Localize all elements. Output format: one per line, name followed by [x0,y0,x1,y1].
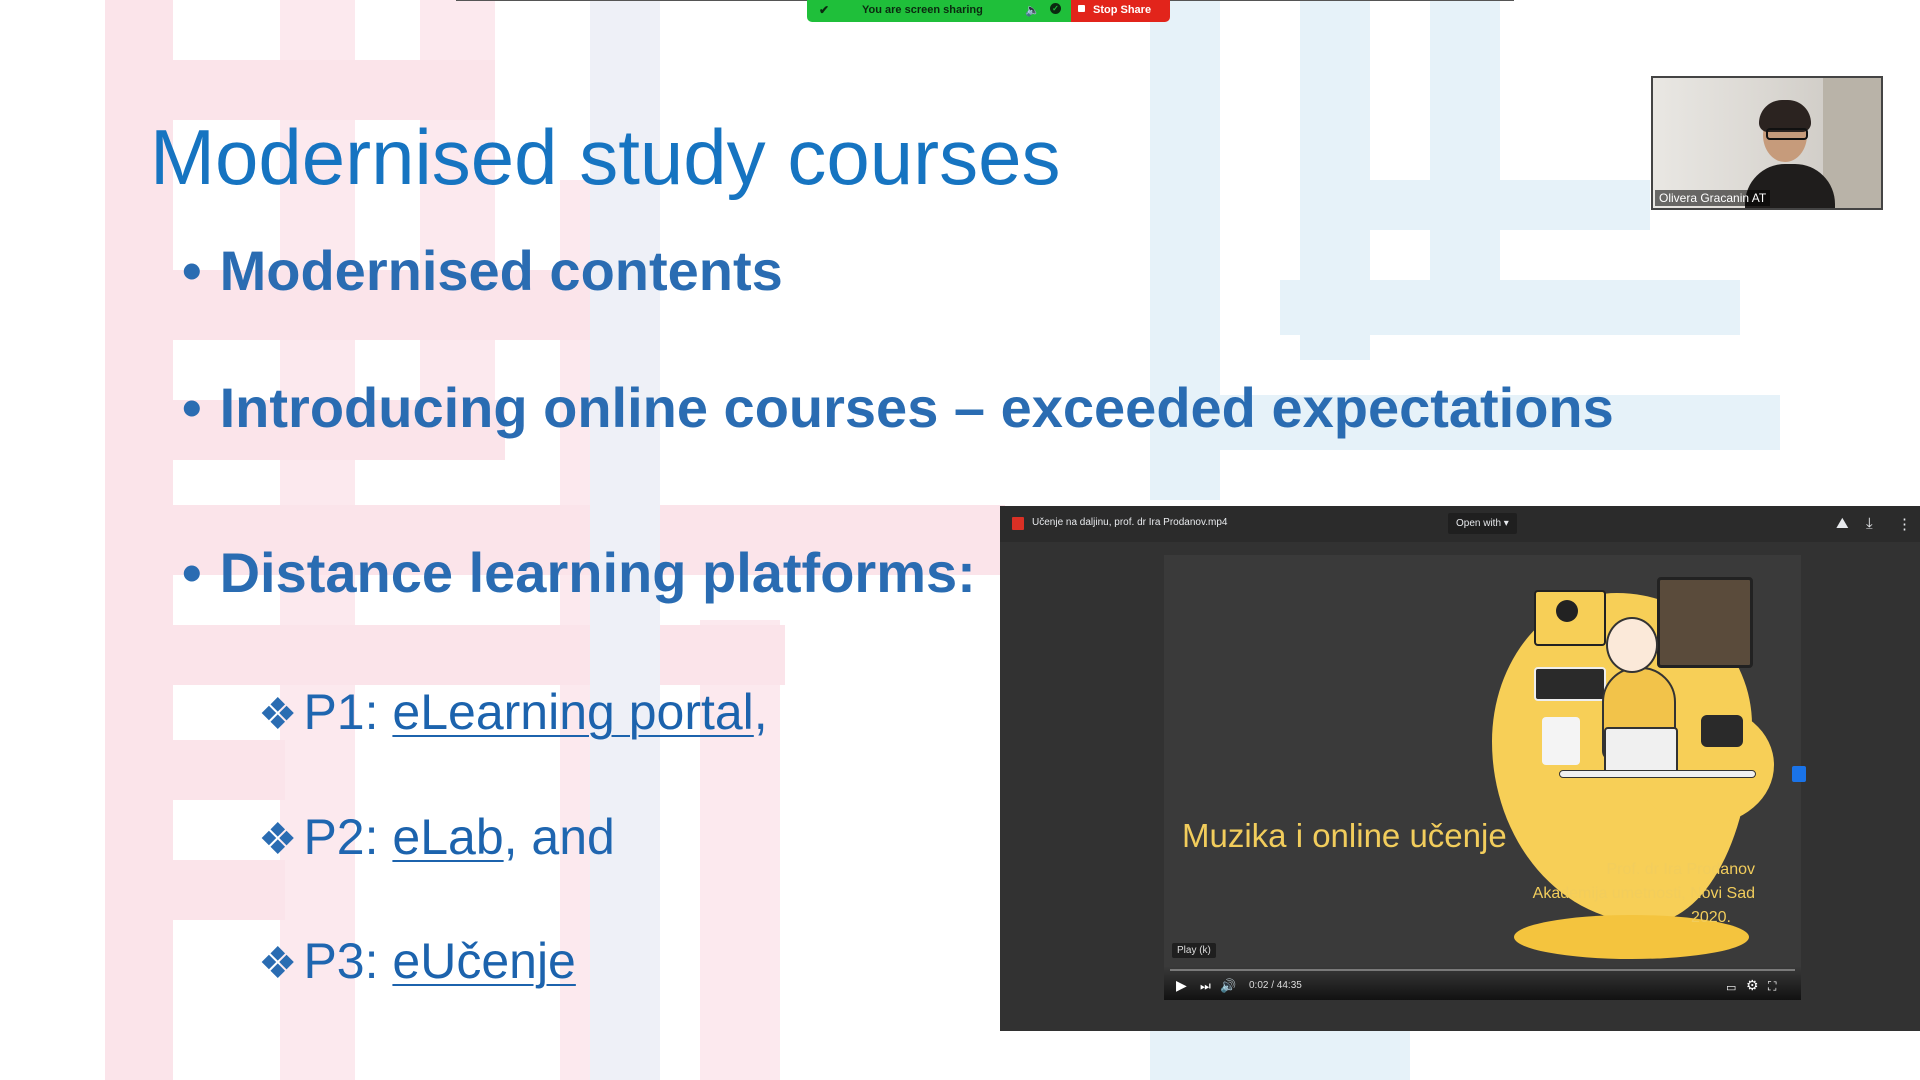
captions-icon[interactable]: ▭ [1726,981,1736,994]
more-options-icon[interactable]: ⋮ [1897,515,1912,533]
open-with-button[interactable]: Open with ▾ [1448,513,1517,534]
video-time: 0:02 / 44:35 [1249,980,1302,991]
platform-prefix: P3: [303,933,393,989]
file-type-icon [1012,517,1024,530]
eucenje-link[interactable]: eUčenje [392,933,575,989]
stop-share-button[interactable]: Stop Share [1071,0,1170,22]
video-progress-bar[interactable] [1170,969,1795,971]
bullet-text: Modernised contents [219,239,783,302]
diamond-bullet-icon: ❖ [258,939,298,988]
settings-gear-icon[interactable]: ⚙ [1746,977,1759,994]
bullet-icon: • [182,376,202,439]
video-call-grid-icon [1657,577,1753,668]
next-icon[interactable]: ⏭ [1200,979,1211,994]
play-circle-icon [1556,600,1578,622]
bullet-icon: • [182,541,202,604]
side-panel-toggle-icon[interactable] [1792,766,1806,782]
play-tooltip: Play (k) [1172,943,1216,958]
pin-icon[interactable]: ✔ [819,3,829,17]
message-dots-icon [1701,715,1743,747]
video-credit-author: Prof. dr Ira Prodanov [1606,861,1755,878]
platform-suffix: , and [503,809,615,865]
elearning-portal-link[interactable]: eLearning portal [392,684,753,740]
slide-title: Modernised study courses [150,113,1061,201]
screen: ✔ You are screen sharing 🔈 ✓ Stop Share … [0,0,1920,1080]
desk [1559,770,1756,778]
video-player[interactable]: Muzika i online učenje Prof. dr Ira Prod… [1164,555,1801,1000]
participant-glasses [1766,128,1808,140]
diamond-bullet-icon: ❖ [258,815,298,864]
platform-prefix: P1: [303,684,393,740]
video-credit-year: 2020. [1690,909,1731,926]
woman-head [1606,617,1658,673]
screen-share-bar[interactable]: ✔ You are screen sharing 🔈 ✓ Stop Share [807,0,1170,22]
video-credit-institution: Akademija umetnosti, Novi Sad [1532,885,1755,902]
diamond-bullet-icon: ❖ [258,690,298,739]
audio-icon[interactable]: 🔈 [1025,3,1040,17]
share-status[interactable]: ✔ You are screen sharing 🔈 ✓ [807,0,1071,22]
viewer-toolbar: Učenje na daljinu, prof. dr Ira Prodanov… [1000,506,1920,542]
add-to-drive-icon[interactable]: ⛰ [1836,515,1849,532]
participant-name: Olivera Gracanin AT [1655,190,1771,206]
stop-icon [1078,5,1085,12]
platform-item-p2: ❖ P2: eLab, and [258,808,615,866]
platform-item-p1: ❖ P1: eLearning portal, [258,683,768,741]
bullet-text: Introducing online courses – exceeded ex… [219,376,1614,439]
bullet-text: Distance learning platforms: [219,541,976,604]
video-title: Muzika i online učenje [1182,817,1507,854]
platform-item-p3: ❖ P3: eUčenje [258,932,576,990]
bullet-distance-learning: • Distance learning platforms: [182,540,976,605]
play-icon[interactable]: ▶ [1176,977,1187,994]
participant-video-thumbnail[interactable]: Olivera Gracanin AT [1651,76,1883,210]
volume-icon[interactable]: 🔊 [1220,978,1236,994]
chat-bubble-icon [1534,667,1606,701]
video-file-viewer[interactable]: Učenje na daljinu, prof. dr Ira Prodanov… [1000,506,1920,1031]
fullscreen-icon[interactable]: ⛶ [1768,979,1776,994]
download-icon[interactable]: ⤓ [1866,515,1873,532]
share-status-text: You are screen sharing [862,4,983,16]
laptop-icon [1604,727,1678,776]
elab-link[interactable]: eLab [392,809,503,865]
bullet-modernised-contents: • Modernised contents [182,238,783,303]
bullet-online-courses: • Introducing online courses – exceeded e… [182,375,1614,440]
music-note-icon [1542,717,1580,765]
bullet-icon: • [182,239,202,302]
platform-prefix: P2: [303,809,393,865]
file-name: Učenje na daljinu, prof. dr Ira Prodanov… [1032,517,1228,528]
platform-suffix: , [753,684,768,740]
security-icon[interactable]: ✓ [1050,3,1061,14]
stop-share-label: Stop Share [1093,4,1152,16]
